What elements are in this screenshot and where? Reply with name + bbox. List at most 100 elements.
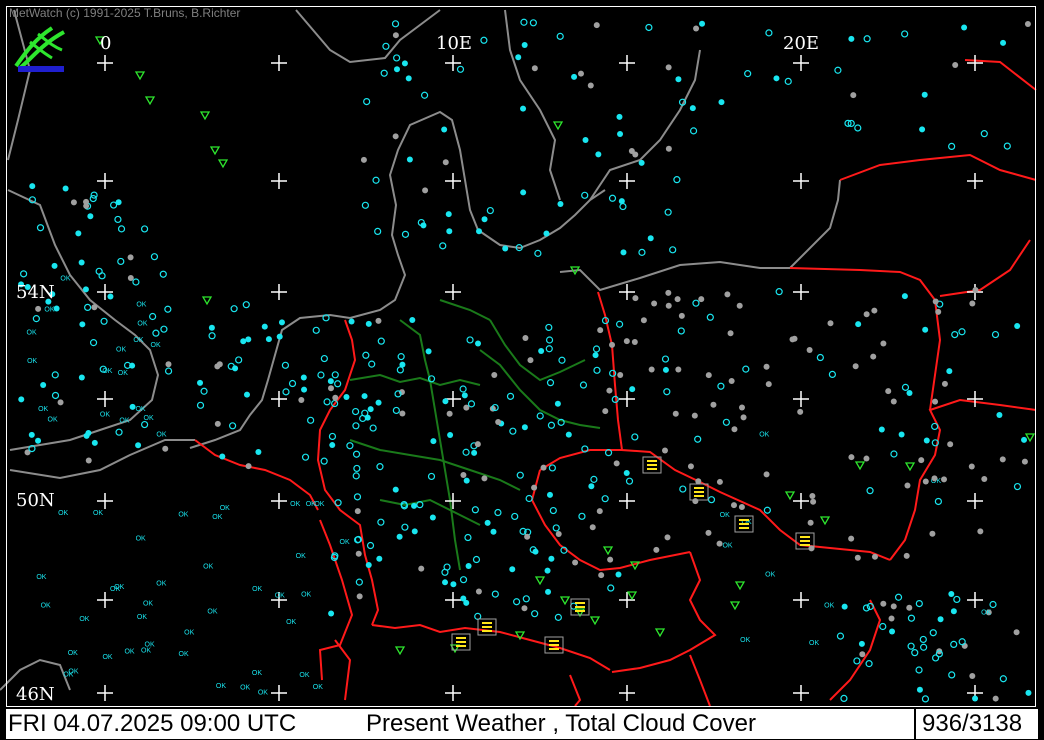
station-cloud-15 [149, 312, 157, 321]
station-cloud-326 [393, 54, 401, 62]
station-cloud-76 [242, 301, 250, 309]
station-cloud-36 [115, 428, 123, 436]
station-cloud-114 [491, 590, 499, 598]
station-cloud-387 [707, 496, 716, 504]
station-cloud-356 [1021, 436, 1028, 443]
station-cloud-203 [327, 378, 334, 385]
station-ok-39: OK [58, 510, 68, 517]
station-ok-65: OK [765, 571, 775, 578]
station-cloud-84 [320, 457, 328, 465]
station-cloud-276 [460, 595, 467, 602]
station-cloud-429 [948, 671, 956, 679]
station-ok-58: OK [824, 602, 834, 609]
station-ok-46: OK [156, 581, 166, 588]
station-cloud-136 [536, 412, 544, 420]
station-cloud-407 [888, 615, 895, 622]
weather-symbol-7 [552, 121, 564, 131]
station-ok-10: OK [136, 302, 146, 309]
grid-cross-2-1 [445, 173, 461, 189]
station-cloud-384 [1013, 482, 1022, 491]
country-border-6 [530, 469, 691, 572]
station-cloud-335 [617, 130, 624, 137]
station-ok-12: OK [27, 358, 37, 365]
station-overcast-57 [705, 372, 712, 379]
longitude-label-0: 0 [100, 33, 112, 54]
station-cloud-63 [83, 432, 90, 439]
station-cloud-216 [474, 441, 481, 448]
station-overcast-46 [848, 454, 855, 461]
station-overcast-51 [731, 426, 738, 433]
station-cloud-436 [969, 673, 976, 680]
station-overcast-39 [740, 414, 747, 421]
station-cloud-42 [51, 262, 58, 269]
station-overcast-2 [903, 552, 910, 559]
station-cloud-307 [392, 133, 399, 140]
station-cloud-205 [588, 483, 595, 490]
station-cloud-219 [596, 508, 603, 515]
station-cloud-69 [75, 230, 82, 237]
station-overcast-64 [806, 346, 813, 353]
station-cloud-99 [317, 371, 325, 379]
app-credit: MetWatch (c) 1991-2025 T.Bruns, B.Richte… [9, 6, 241, 20]
station-ok-64: OK [759, 431, 769, 438]
station-cloud-303 [439, 242, 447, 250]
station-ok-36: OK [275, 593, 285, 600]
station-cloud-320 [520, 18, 528, 26]
station-cloud-176 [462, 448, 470, 456]
station-cloud-390 [906, 389, 913, 396]
station-cloud-451 [834, 66, 842, 74]
station-cloud-228 [491, 371, 498, 378]
station-cloud-375 [651, 300, 658, 307]
station-overcast-14 [885, 388, 892, 395]
station-cloud-381 [901, 293, 908, 300]
station-cloud-34 [150, 253, 159, 261]
station-cloud-312 [571, 73, 578, 80]
station-cloud-430 [950, 640, 958, 649]
weather-map[interactable]: OK OK OK OK OK OK OK OK OK OK OK OK OK OK OK OK OK OK OK OK… [0, 0, 1044, 740]
station-ok-25: OK [41, 603, 51, 610]
station-cloud-412 [989, 600, 997, 609]
station-cloud-446 [718, 99, 725, 106]
grid-cross-4-1 [793, 173, 809, 189]
station-ok-55: OK [296, 553, 306, 560]
grid-cross-4-0 [793, 55, 809, 71]
station-cloud-226 [527, 357, 534, 364]
station-cloud-301 [515, 54, 522, 61]
country-border-13 [829, 599, 882, 701]
station-cloud-282 [593, 22, 600, 29]
station-cloud-380 [1021, 458, 1028, 465]
station-cloud-239 [545, 345, 553, 353]
station-ok-26: OK [220, 505, 230, 512]
station-cloud-45 [32, 315, 40, 323]
station-cloud-302 [392, 32, 399, 39]
grid-cross-2-3 [445, 391, 461, 407]
station-cloud-242 [548, 464, 556, 472]
station-cloud-2 [28, 431, 35, 438]
station-cloud-295 [608, 194, 617, 202]
station-ok-60: OK [981, 609, 991, 616]
station-cloud-229 [411, 528, 418, 535]
station-cloud-439 [853, 657, 861, 665]
station-ok-42: OK [252, 670, 262, 677]
station-ok-19: OK [203, 564, 213, 571]
station-cloud-199 [572, 559, 579, 566]
station-cloud-65 [164, 367, 173, 375]
weather-symbol-24 [534, 576, 546, 586]
station-cloud-227 [472, 555, 481, 564]
station-cloud-152 [365, 320, 372, 327]
station-overcast-52 [890, 398, 897, 405]
station-cloud-319 [401, 230, 410, 238]
station-cloud-332 [577, 70, 584, 77]
station-cloud-277 [348, 318, 355, 325]
station-ok-57: OK [145, 642, 155, 649]
coastline-9 [504, 9, 561, 201]
station-cloud-95 [301, 386, 308, 393]
station-cloud-77 [300, 374, 307, 381]
station-ok-18: OK [68, 650, 78, 657]
station-cloud-313 [581, 191, 589, 199]
station-cloud-193 [531, 610, 539, 618]
station-cloud-262 [334, 499, 342, 507]
station-cloud-49 [70, 199, 77, 206]
station-count: 936/3138 [922, 710, 1023, 737]
station-cloud-35 [40, 382, 47, 389]
